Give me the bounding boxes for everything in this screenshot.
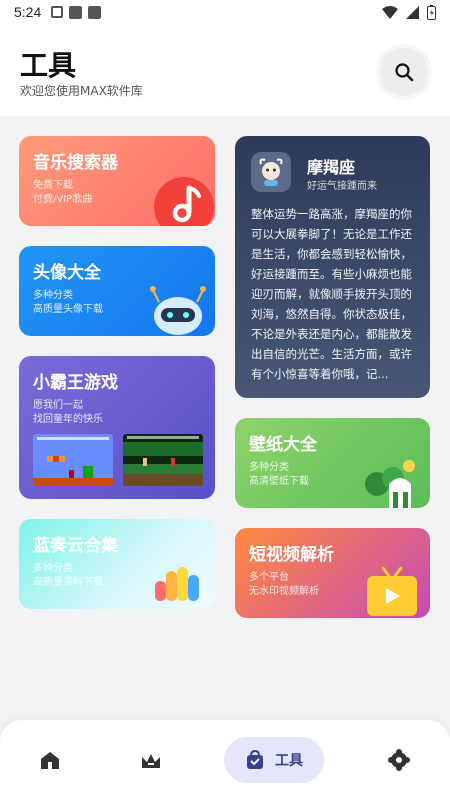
wallpaper-card[interactable]: 壁纸大全 多种分类 高清壁纸下载	[235, 418, 430, 508]
zodiac-name: 摩羯座	[307, 158, 356, 177]
lanzou-cloud-card[interactable]: 蓝奏云合集 多种分类 高质量资料下载	[19, 519, 215, 609]
robot-avatar-icon	[150, 286, 206, 335]
retro-game-card[interactable]: 小霸王游戏 愿我们一起 找回童年的快乐	[19, 356, 215, 499]
card-desc-2: 找回童年的快乐	[33, 414, 103, 425]
card-desc-2: 高质量头像下载	[33, 304, 103, 315]
video-parse-card[interactable]: 短视频解析 多个平台 无水印视频解析	[235, 528, 430, 618]
app-notification-icon	[69, 5, 83, 19]
gallery-notification-icon	[51, 6, 64, 18]
card-title: 音乐搜索器	[33, 153, 118, 173]
card-title: 蓝奏云合集	[33, 536, 118, 556]
contra-screenshot	[123, 434, 203, 486]
card-desc-1: 多种分类	[249, 462, 289, 473]
nav-tools-label: 工具	[275, 753, 303, 769]
tv-play-icon	[367, 566, 417, 616]
horoscope-card[interactable]: 摩羯座 好运气接踵而来 整体运势一路高涨，摩羯座的你可以大展拳脚了！无论是工作还…	[235, 136, 430, 398]
landscape-icon	[365, 460, 415, 508]
card-desc-2: 无水印视频解析	[249, 586, 319, 597]
page-header: 工具 欢迎您使用MAX软件库	[0, 24, 450, 116]
card-desc-1: 多种分类	[33, 290, 73, 301]
card-desc-2: 高清壁纸下载	[249, 476, 309, 487]
nav-home[interactable]	[27, 737, 73, 783]
zodiac-tagline: 好运气接踵而来	[307, 181, 377, 192]
wifi-icon	[382, 5, 398, 19]
card-desc-1: 愿我们一起	[33, 400, 83, 411]
battery-icon	[427, 4, 436, 20]
page-subtitle: 欢迎您使用MAX软件库	[20, 84, 143, 98]
card-desc-1: 多种分类	[33, 563, 73, 574]
nav-crown[interactable]	[128, 737, 174, 783]
status-bar: 5:24	[0, 0, 450, 24]
music-note-icon	[154, 177, 214, 226]
cloud-bars-icon	[155, 567, 199, 601]
signal-icon	[406, 5, 419, 19]
bottom-navigation: 工具	[0, 720, 450, 800]
card-desc-2: 付费/VIP歌曲	[33, 194, 93, 205]
card-title: 小霸王游戏	[33, 373, 118, 393]
settings-icon	[388, 749, 410, 771]
search-icon	[395, 63, 414, 82]
horoscope-text: 整体运势一路高涨，摩羯座的你可以大展拳脚了！无论是工作还是生活，你都会感到轻松愉…	[251, 207, 412, 381]
app-notification-icon-2	[88, 5, 102, 19]
nav-tools[interactable]: 工具	[224, 737, 324, 783]
avatar-collection-card[interactable]: 头像大全 多种分类 高质量头像下载	[19, 246, 215, 336]
crown-icon	[142, 754, 160, 768]
home-icon	[41, 752, 59, 769]
card-desc-1: 免费下载	[33, 180, 73, 191]
status-time: 5:24	[14, 4, 42, 20]
search-button[interactable]	[380, 48, 428, 96]
tools-bag-icon	[247, 750, 263, 769]
card-title: 壁纸大全	[249, 435, 317, 455]
capricorn-avatar	[251, 152, 291, 192]
nav-settings[interactable]	[376, 737, 422, 783]
card-title: 头像大全	[33, 263, 101, 283]
page-title: 工具	[20, 49, 77, 82]
card-desc-1: 多个平台	[249, 572, 289, 583]
card-desc-2: 高质量资料下载	[33, 577, 103, 588]
music-search-card[interactable]: 音乐搜索器 免费下载 付费/VIP歌曲	[19, 136, 215, 226]
mario-screenshot	[33, 434, 113, 486]
card-title: 短视频解析	[249, 545, 334, 565]
capricorn-icon	[259, 158, 283, 186]
